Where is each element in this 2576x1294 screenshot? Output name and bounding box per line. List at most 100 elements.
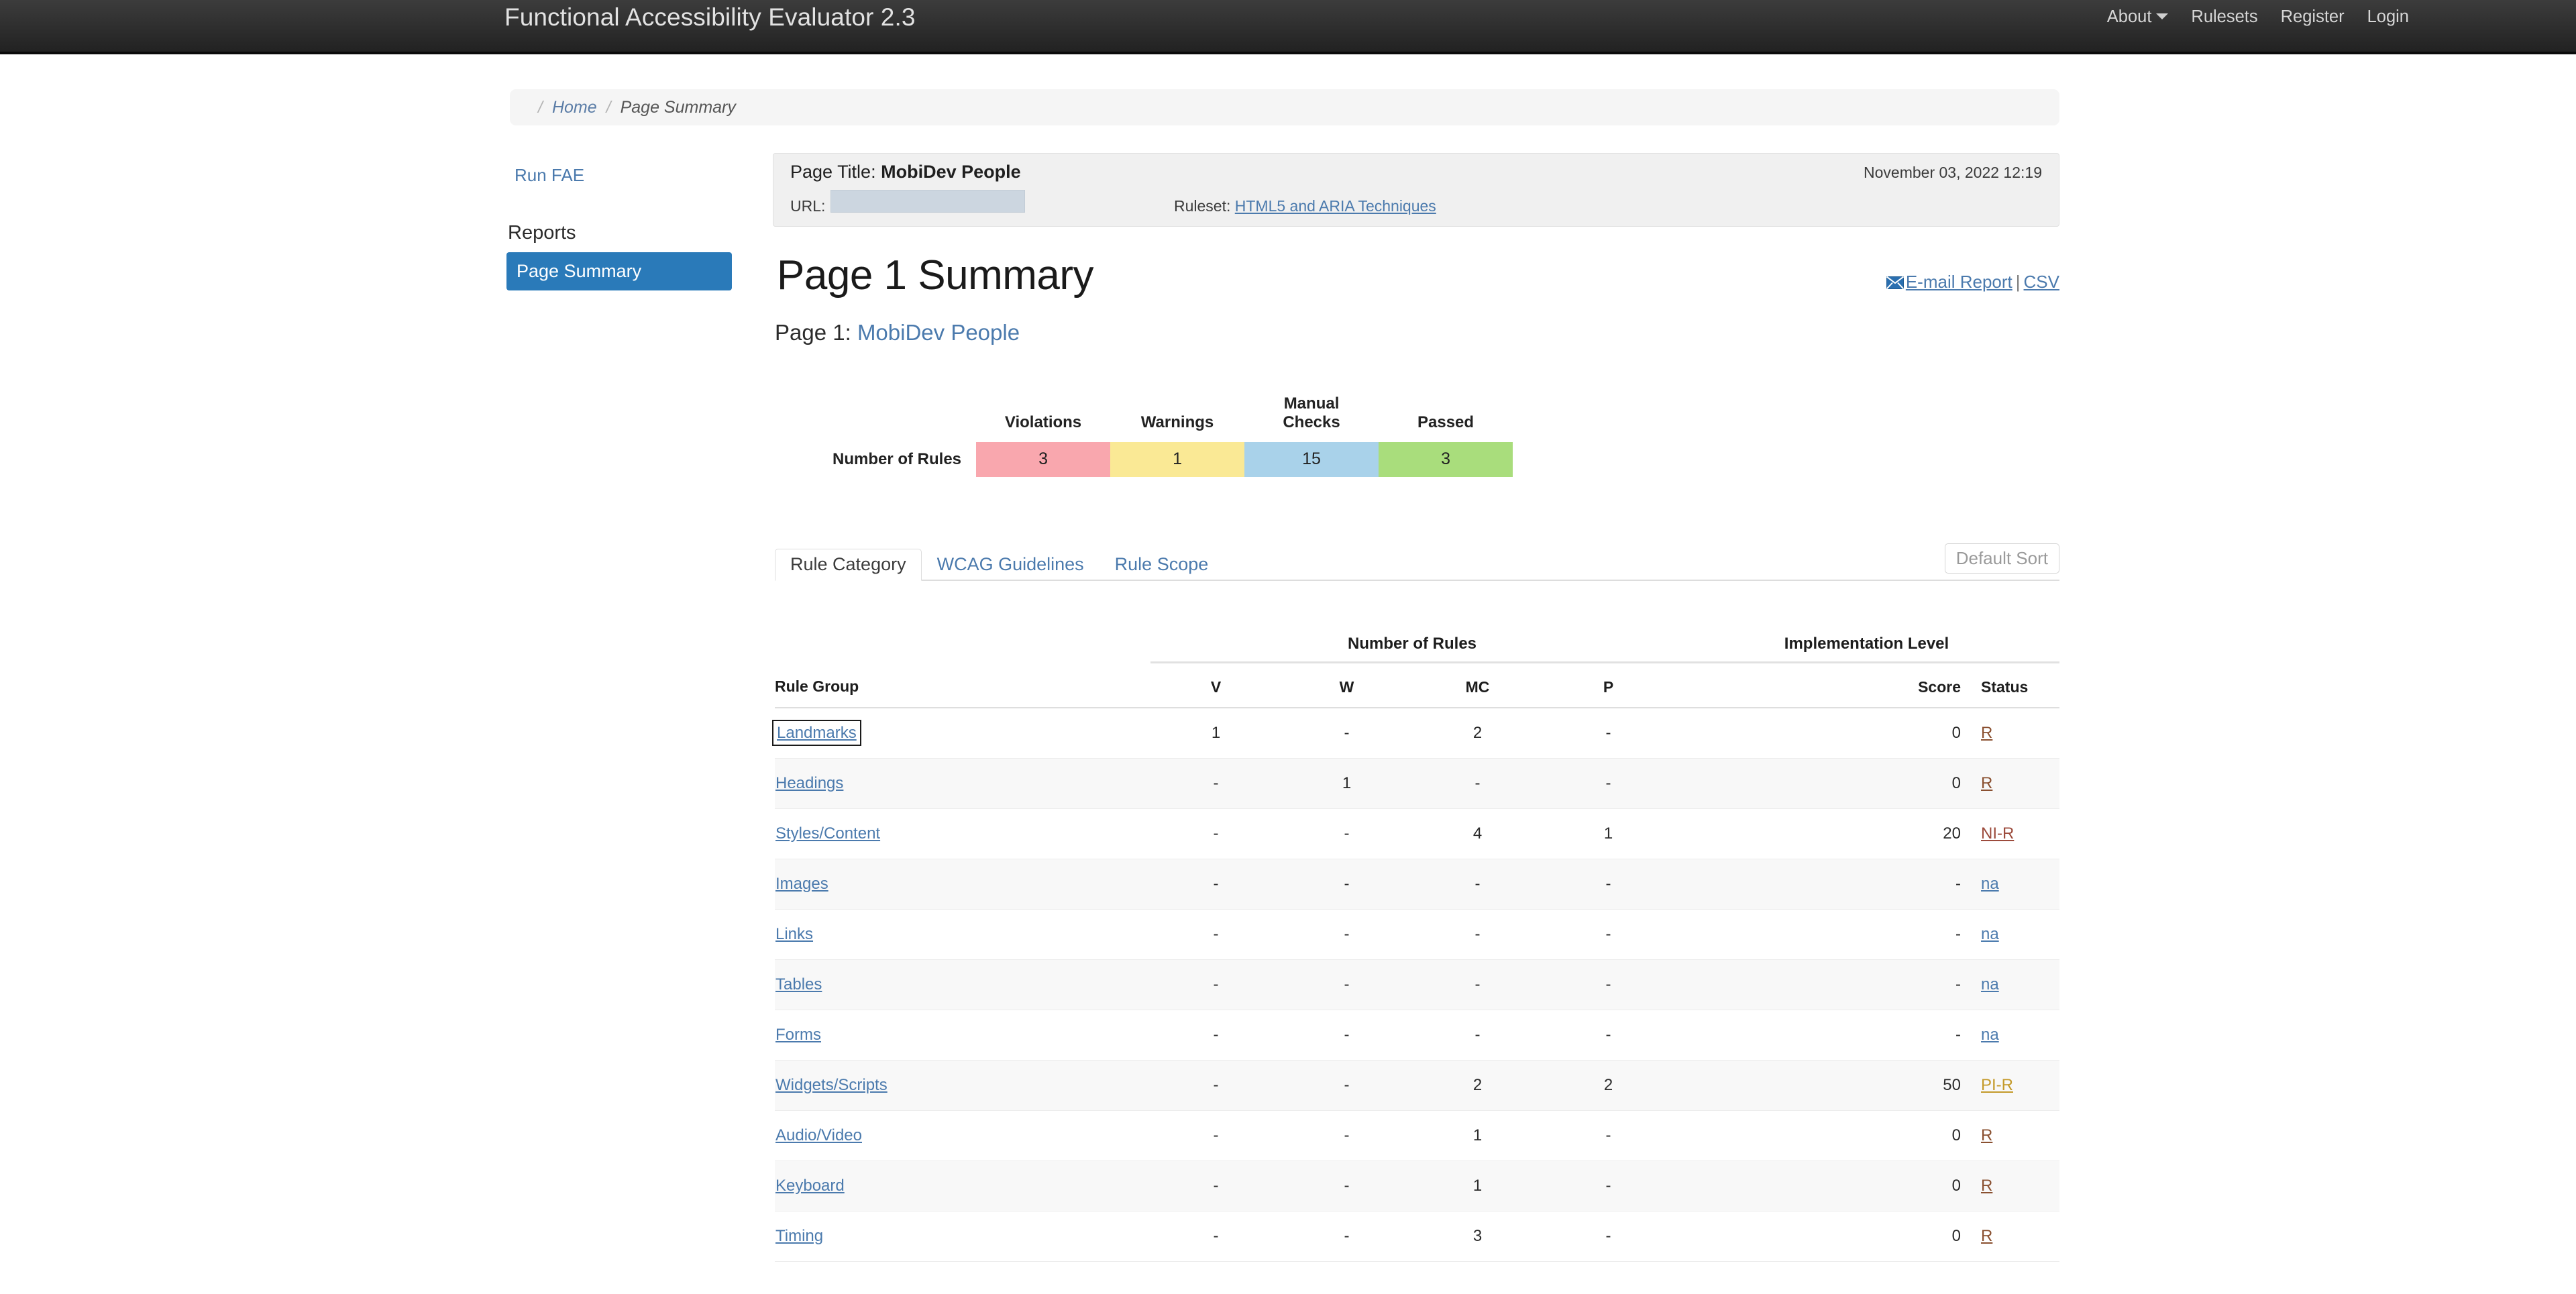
report-export-links: E-mail Report | CSV bbox=[1886, 272, 2059, 294]
cell-w: - bbox=[1281, 1110, 1412, 1161]
status-badge[interactable]: R bbox=[1981, 1177, 1992, 1195]
rule-group-link-keyboard[interactable]: Keyboard bbox=[775, 1177, 845, 1195]
status-badge[interactable]: R bbox=[1981, 1227, 1992, 1245]
column-header-spacer bbox=[1674, 662, 1875, 708]
ruleset-link[interactable]: HTML5 and ARIA Techniques bbox=[1235, 197, 1436, 215]
breadcrumb-item-current: Page Summary bbox=[620, 97, 736, 117]
status-badge[interactable]: R bbox=[1981, 1126, 1992, 1144]
rule-group-link-audio-video[interactable]: Audio/Video bbox=[775, 1126, 862, 1144]
column-header-v: V bbox=[1150, 662, 1281, 708]
sidebar-item-run-fae[interactable]: Run FAE bbox=[506, 161, 741, 190]
rule-group-link-styles-content[interactable]: Styles/Content bbox=[775, 824, 880, 843]
table-row: Keyboard - -1-0 R bbox=[775, 1161, 2059, 1211]
email-report-link[interactable]: E-mail Report bbox=[1906, 272, 2012, 292]
rule-group-link-forms[interactable]: Forms bbox=[775, 1026, 821, 1044]
page-title-label: Page Title: bbox=[790, 162, 876, 182]
cell-p: - bbox=[1543, 758, 1674, 809]
cell-v: - bbox=[1150, 909, 1281, 960]
default-sort-button[interactable]: Default Sort bbox=[1944, 543, 2059, 574]
cell-mc: - bbox=[1412, 909, 1543, 960]
breadcrumb: / Home / Page Summary bbox=[510, 89, 2059, 125]
status-badge[interactable]: na bbox=[1981, 1026, 1999, 1044]
table-row: Links - - - - - na bbox=[775, 909, 2059, 960]
cell-spacer bbox=[1674, 1211, 1875, 1262]
cell-p: - bbox=[1543, 1161, 1674, 1211]
cell-status: R bbox=[1969, 708, 2059, 759]
cell-score: - bbox=[1875, 1010, 1969, 1061]
cell-mc: 3 bbox=[1412, 1211, 1543, 1262]
cell-p: - bbox=[1543, 708, 1674, 759]
cell-status: R bbox=[1969, 1110, 2059, 1161]
cell-v: - bbox=[1150, 1161, 1281, 1211]
navbar-link-register[interactable]: Register bbox=[2269, 0, 2356, 34]
cell-score: 50 bbox=[1875, 1060, 1969, 1111]
navbar-link-rulesets[interactable]: Rulesets bbox=[2180, 0, 2269, 34]
rule-group-link-widgets-scripts[interactable]: Widgets/Scripts bbox=[775, 1076, 888, 1094]
report-view-tabs: Rule Category WCAG Guidelines Rule Scope bbox=[775, 549, 2059, 581]
status-badge[interactable]: R bbox=[1981, 774, 1992, 792]
cell-p: - bbox=[1543, 1211, 1674, 1262]
tab-rule-scope[interactable]: Rule Scope bbox=[1099, 549, 1224, 581]
table-row: Timing - -3-0 R bbox=[775, 1211, 2059, 1262]
page-title-value: MobiDev People bbox=[881, 162, 1021, 182]
rule-group-link-tables[interactable]: Tables bbox=[775, 975, 822, 993]
cell-w: - bbox=[1281, 959, 1412, 1010]
summary-stats-table: Violations Warnings Manual Checks Passed Num… bbox=[832, 394, 1513, 477]
cell-p: - bbox=[1543, 1110, 1674, 1161]
cell-rule-group: Links bbox=[775, 909, 1150, 960]
csv-export-link[interactable]: CSV bbox=[2024, 272, 2059, 292]
page-heading: Page 1 Summary bbox=[777, 252, 1094, 299]
tab-wcag-guidelines[interactable]: WCAG Guidelines bbox=[922, 549, 1099, 581]
rule-group-link-landmarks[interactable]: Landmarks bbox=[772, 719, 861, 746]
navbar-link-about[interactable]: About bbox=[2096, 0, 2180, 34]
cell-score: - bbox=[1875, 909, 1969, 960]
rule-category-table: Number of Rules Implementation Level Rul… bbox=[772, 624, 2059, 1262]
cell-w: 1 bbox=[1281, 758, 1412, 809]
cell-w: - bbox=[1281, 859, 1412, 910]
cell-w: - bbox=[1281, 1161, 1412, 1211]
cell-v: - bbox=[1150, 1211, 1281, 1262]
cell-mc: 2 bbox=[1412, 708, 1543, 759]
cell-status: na bbox=[1969, 1010, 2059, 1061]
cell-score: 0 bbox=[1875, 1110, 1969, 1161]
url-value-redacted bbox=[830, 190, 1025, 213]
cell-v: - bbox=[1150, 1010, 1281, 1061]
status-badge[interactable]: na bbox=[1981, 925, 1999, 943]
tab-rule-category[interactable]: Rule Category bbox=[775, 549, 922, 581]
cell-w: - bbox=[1281, 1010, 1412, 1061]
cell-mc: - bbox=[1412, 859, 1543, 910]
status-badge[interactable]: PI-R bbox=[1981, 1076, 2013, 1094]
cell-w: - bbox=[1281, 1211, 1412, 1262]
status-badge[interactable]: R bbox=[1981, 724, 1992, 742]
cell-rule-group: Audio/Video bbox=[775, 1110, 1150, 1161]
summary-stats-header-0: Violations bbox=[1004, 413, 1082, 432]
rule-group-link-links[interactable]: Links bbox=[775, 925, 813, 943]
cell-rule-group: Landmarks bbox=[772, 708, 1150, 759]
cell-mc: - bbox=[1412, 959, 1543, 1010]
ruleset-row: Ruleset: HTML5 and ARIA Techniques bbox=[1174, 197, 1436, 215]
rule-group-link-images[interactable]: Images bbox=[775, 875, 828, 893]
breadcrumb-item-home[interactable]: Home bbox=[552, 98, 597, 117]
status-badge[interactable]: NI-R bbox=[1981, 824, 2014, 843]
summary-stats-value-1: 1 bbox=[1110, 441, 1245, 477]
status-badge[interactable]: na bbox=[1981, 875, 1999, 893]
cell-spacer bbox=[1674, 1010, 1875, 1061]
summary-stats-header-1: Warnings bbox=[1140, 413, 1214, 432]
cell-w: - bbox=[1281, 909, 1412, 960]
breadcrumb-separator-leading: / bbox=[538, 97, 543, 117]
table-row: Tables - - - - - na bbox=[775, 959, 2059, 1010]
cell-spacer bbox=[1674, 959, 1875, 1010]
navbar-link-login[interactable]: Login bbox=[2356, 0, 2420, 34]
rule-category-table-body: Landmarks 1-2-0 R Headings -1- -0 R Styles/Cont… bbox=[772, 708, 2059, 1262]
cell-status: NI-R bbox=[1969, 808, 2059, 859]
table-column-header-row: Rule Group V W MC P Score Status bbox=[775, 662, 2059, 708]
table-row: Images - - - - - na bbox=[775, 859, 2059, 910]
sidebar-item-page-summary[interactable]: Page Summary bbox=[506, 252, 732, 290]
status-badge[interactable]: na bbox=[1981, 975, 1999, 993]
summary-stats-value-row: Number of Rules 3 1 15 3 bbox=[832, 441, 1513, 477]
rule-group-link-timing[interactable]: Timing bbox=[775, 1227, 823, 1245]
cell-status: R bbox=[1969, 1211, 2059, 1262]
table-row: Audio/Video - -1-0 R bbox=[775, 1110, 2059, 1161]
rule-group-link-headings[interactable]: Headings bbox=[775, 774, 843, 792]
page-subheading-link[interactable]: MobiDev People bbox=[857, 320, 1020, 345]
